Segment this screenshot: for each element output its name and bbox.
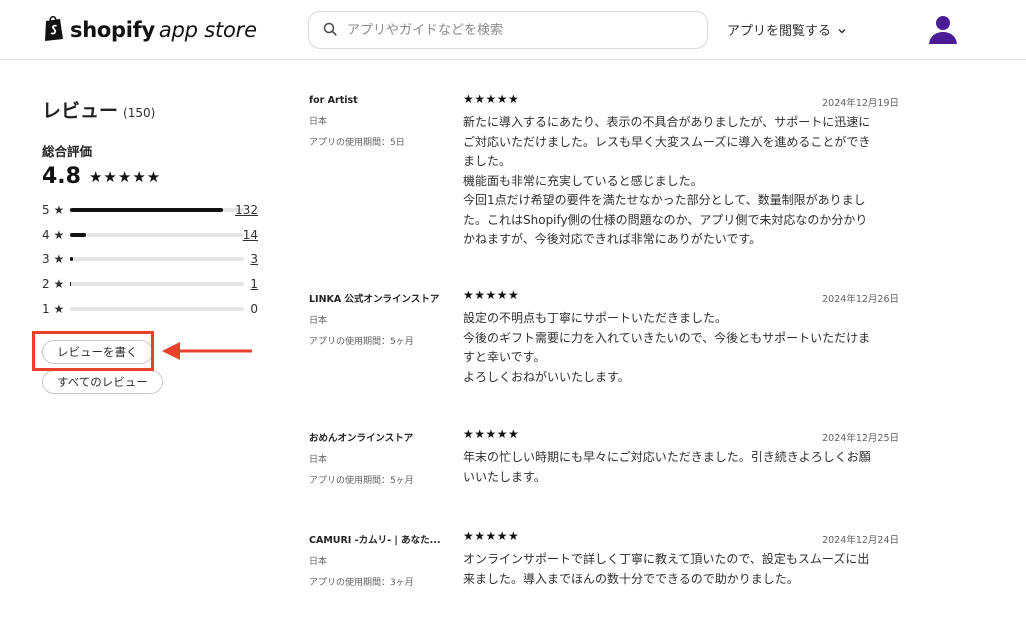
review-line: 年末の忙しい時期にも早々にご対応いただきました。引き続きよろしくお願 <box>463 450 871 464</box>
review-text: 新たに導入するにあたり、表示の不具合がありましたが、サポートに迅速に ご対応いた… <box>463 113 901 250</box>
review-line: いいたします。 <box>463 469 546 484</box>
review-line: よろしくおねがいいたします。 <box>463 369 630 384</box>
rating-bar <box>70 208 244 212</box>
app-usage-period: アプリの使用期間：5日 <box>309 138 405 148</box>
review-line: かねますが、今後対応できれば非常にありがたいです。 <box>463 232 762 246</box>
rating-row-3: 3 ★ 3 <box>42 252 258 266</box>
rating-bar-fill <box>70 208 224 212</box>
review-date: 2024年12月25日 <box>822 433 899 444</box>
rating-count: 0 <box>250 302 258 316</box>
review-text: オンラインサポートで詳しく丁寧に教えて頂いたので、設定もスムーズに出 来ました。… <box>463 550 901 589</box>
reviewer-name: CAMURI -カムリ- | あなた... <box>309 535 441 546</box>
reviewer-country: 日本 <box>309 455 328 465</box>
rating-label: 3 ★ <box>42 252 65 266</box>
reviews-heading: レビュー (150) <box>42 96 262 123</box>
red-arrow-icon <box>162 342 252 360</box>
reviewer-info: for Artist 日本 アプリの使用期間：5日 <box>309 95 449 148</box>
reviewer-name: for Artist <box>309 95 358 106</box>
reviewer-country: 日本 <box>309 557 328 567</box>
review-line: 新たに導入するにあたり、表示の不具合がありましたが、サポートに迅速に <box>463 115 871 129</box>
shopify-app-store-logo[interactable]: shopify app store <box>42 14 257 46</box>
review-stars-icon: ★★★★★ <box>463 92 520 106</box>
review-stars-icon: ★★★★★ <box>463 529 520 543</box>
logo-bold-text: shopify <box>70 18 155 42</box>
search-input[interactable] <box>347 22 687 38</box>
all-reviews-button[interactable]: すべてのレビュー <box>42 370 163 394</box>
rating-label: 1 ★ <box>42 302 65 316</box>
reviewer-country: 日本 <box>309 316 328 326</box>
user-avatar-icon[interactable] <box>928 14 958 46</box>
search-icon <box>323 21 337 40</box>
rating-label: 2 ★ <box>42 277 65 291</box>
browse-apps-label: アプリを閲覧する <box>727 24 832 39</box>
reviewer-info: CAMURI -カムリ- | あなた... 日本 アプリの使用期間：3ヶ月 <box>309 532 449 588</box>
review-date: 2024年12月24日 <box>822 535 899 546</box>
review-line: ご対応いただけました。レスも早く大変スムーズに導入を進めることができ <box>463 134 871 149</box>
rating-row-5: 5 ★ 132 <box>42 203 258 217</box>
app-usage-period: アプリの使用期間：3ヶ月 <box>309 578 414 588</box>
rating-bar <box>70 257 244 261</box>
rating-label: 5 ★ <box>42 203 65 217</box>
rating-bar-fill <box>70 257 74 261</box>
rating-row-4: 4 ★ 14 <box>42 228 258 242</box>
rating-count-link[interactable]: 1 <box>250 277 258 291</box>
overall-score: 4.8 <box>42 164 81 189</box>
rating-count-link[interactable]: 3 <box>250 252 258 266</box>
app-usage-period: アプリの使用期間：5ヶ月 <box>309 476 414 486</box>
logo-light-text: app store <box>158 18 257 42</box>
rating-count-link[interactable]: 14 <box>243 228 258 242</box>
review-stars-icon: ★★★★★ <box>463 427 520 441</box>
rating-row-1: 1 ★ 0 <box>42 302 258 316</box>
app-store-header: shopify app store アプリを閲覧する <box>0 0 1026 60</box>
overall-rating: 4.8 ★★★★★ <box>42 164 161 189</box>
rating-row-2: 2 ★ 1 <box>42 277 258 291</box>
review-date: 2024年12月26日 <box>822 294 899 305</box>
review-date: 2024年12月19日 <box>822 98 899 109</box>
shopify-bag-icon <box>42 14 66 46</box>
review-text: 年末の忙しい時期にも早々にご対応いただきました。引き続きよろしくお願 いいたしま… <box>463 448 901 487</box>
review-line: ました。 <box>463 154 512 168</box>
reviewer-name: おめんオンラインストア <box>309 433 414 444</box>
overall-stars-icon: ★★★★★ <box>88 167 162 186</box>
rating-bar-fill <box>70 233 87 237</box>
rating-label: 4 ★ <box>42 228 65 242</box>
reviews-title: レビュー <box>42 100 119 122</box>
reviewer-name: LINKA 公式オンラインストア <box>309 294 440 305</box>
reviewer-info: LINKA 公式オンラインストア 日本 アプリの使用期間：5ヶ月 <box>309 291 449 347</box>
review-line: オンラインサポートで詳しく丁寧に教えて頂いたので、設定もスムーズに出 <box>463 552 870 566</box>
reviews-summary: レビュー (150) 総合評価 4.8 ★★★★★ 5 ★ 132 4 ★ 14… <box>42 96 262 394</box>
rating-count-link[interactable]: 132 <box>235 203 258 217</box>
rating-bar <box>70 282 244 286</box>
rating-bar-fill <box>70 282 72 286</box>
review-line: 今後のギフト需要に力を入れていきたいので、今後ともサポートいただけま <box>463 330 871 345</box>
chevron-down-icon <box>837 25 847 35</box>
review-text: 設定の不明点も丁寧にサポートいただきました。 今後のギフト需要に力を入れていきた… <box>463 309 901 387</box>
review-line: 来ました。導入までほんの数十分でできるので助かりました。 <box>463 571 799 586</box>
review-line: すと幸いです。 <box>463 350 546 364</box>
highlight-box <box>32 331 154 371</box>
reviewer-country: 日本 <box>309 117 328 127</box>
reviews-total-count: (150) <box>123 106 156 120</box>
review-line: 今回1点だけ希望の要件を満たせなかった部分として、数量制限がありまし <box>463 193 866 207</box>
search-box[interactable] <box>308 11 708 49</box>
overall-rating-label: 総合評価 <box>42 144 93 159</box>
rating-bar <box>70 233 244 237</box>
logo-wordmark: shopify app store <box>70 18 257 42</box>
rating-bar <box>70 307 244 311</box>
browse-apps-menu[interactable]: アプリを閲覧する <box>727 20 847 39</box>
app-usage-period: アプリの使用期間：5ヶ月 <box>309 337 414 347</box>
review-line: 設定の不明点も丁寧にサポートいただきました。 <box>463 311 728 325</box>
reviewer-info: おめんオンラインストア 日本 アプリの使用期間：5ヶ月 <box>309 430 449 486</box>
review-line: 機能面も非常に充実していると感じました。 <box>463 173 703 188</box>
review-line: た。これはShopify側の仕様の問題なのか、アプリ側で未対応なのか分かり <box>463 212 868 227</box>
review-stars-icon: ★★★★★ <box>463 288 520 302</box>
